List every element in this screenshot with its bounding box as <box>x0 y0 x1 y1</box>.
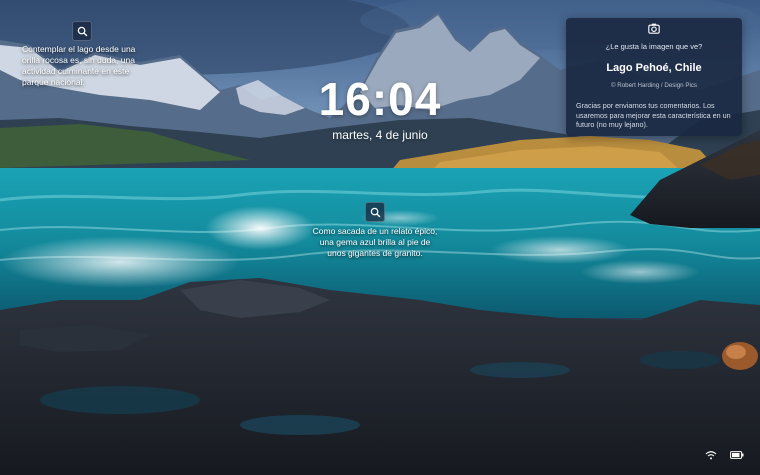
like-image-question: ¿Le gusta la imagen que ve? <box>605 42 703 51</box>
image-credit: © Robert Harding / Design Pics <box>610 82 698 89</box>
network-status[interactable] <box>703 448 719 462</box>
image-location-title[interactable]: Lago Pehoé, Chile <box>566 62 742 74</box>
wifi-icon <box>705 451 717 460</box>
battery-status[interactable] <box>728 448 746 462</box>
feedback-thanks-text: Gracias por enviarnos tus comentarios. L… <box>576 101 731 129</box>
hotspot-caption-mountains: Contemplar el lago desde una orilla roco… <box>22 44 136 87</box>
battery-icon <box>730 451 744 459</box>
hotspot-button-mountains[interactable] <box>72 21 92 41</box>
hotspot-caption-lake: Como sacada de un relato épico, una gema… <box>312 226 438 258</box>
search-icon <box>77 26 87 36</box>
camera-icon <box>648 23 660 34</box>
spotlight-info-card[interactable]: ¿Le gusta la imagen que ve? Lago Pehoé, … <box>566 18 742 136</box>
lock-screen: 16:04 martes, 4 de junio Contemplar el l… <box>0 0 760 475</box>
hotspot-button-lake[interactable] <box>365 202 385 222</box>
search-icon <box>370 207 380 217</box>
